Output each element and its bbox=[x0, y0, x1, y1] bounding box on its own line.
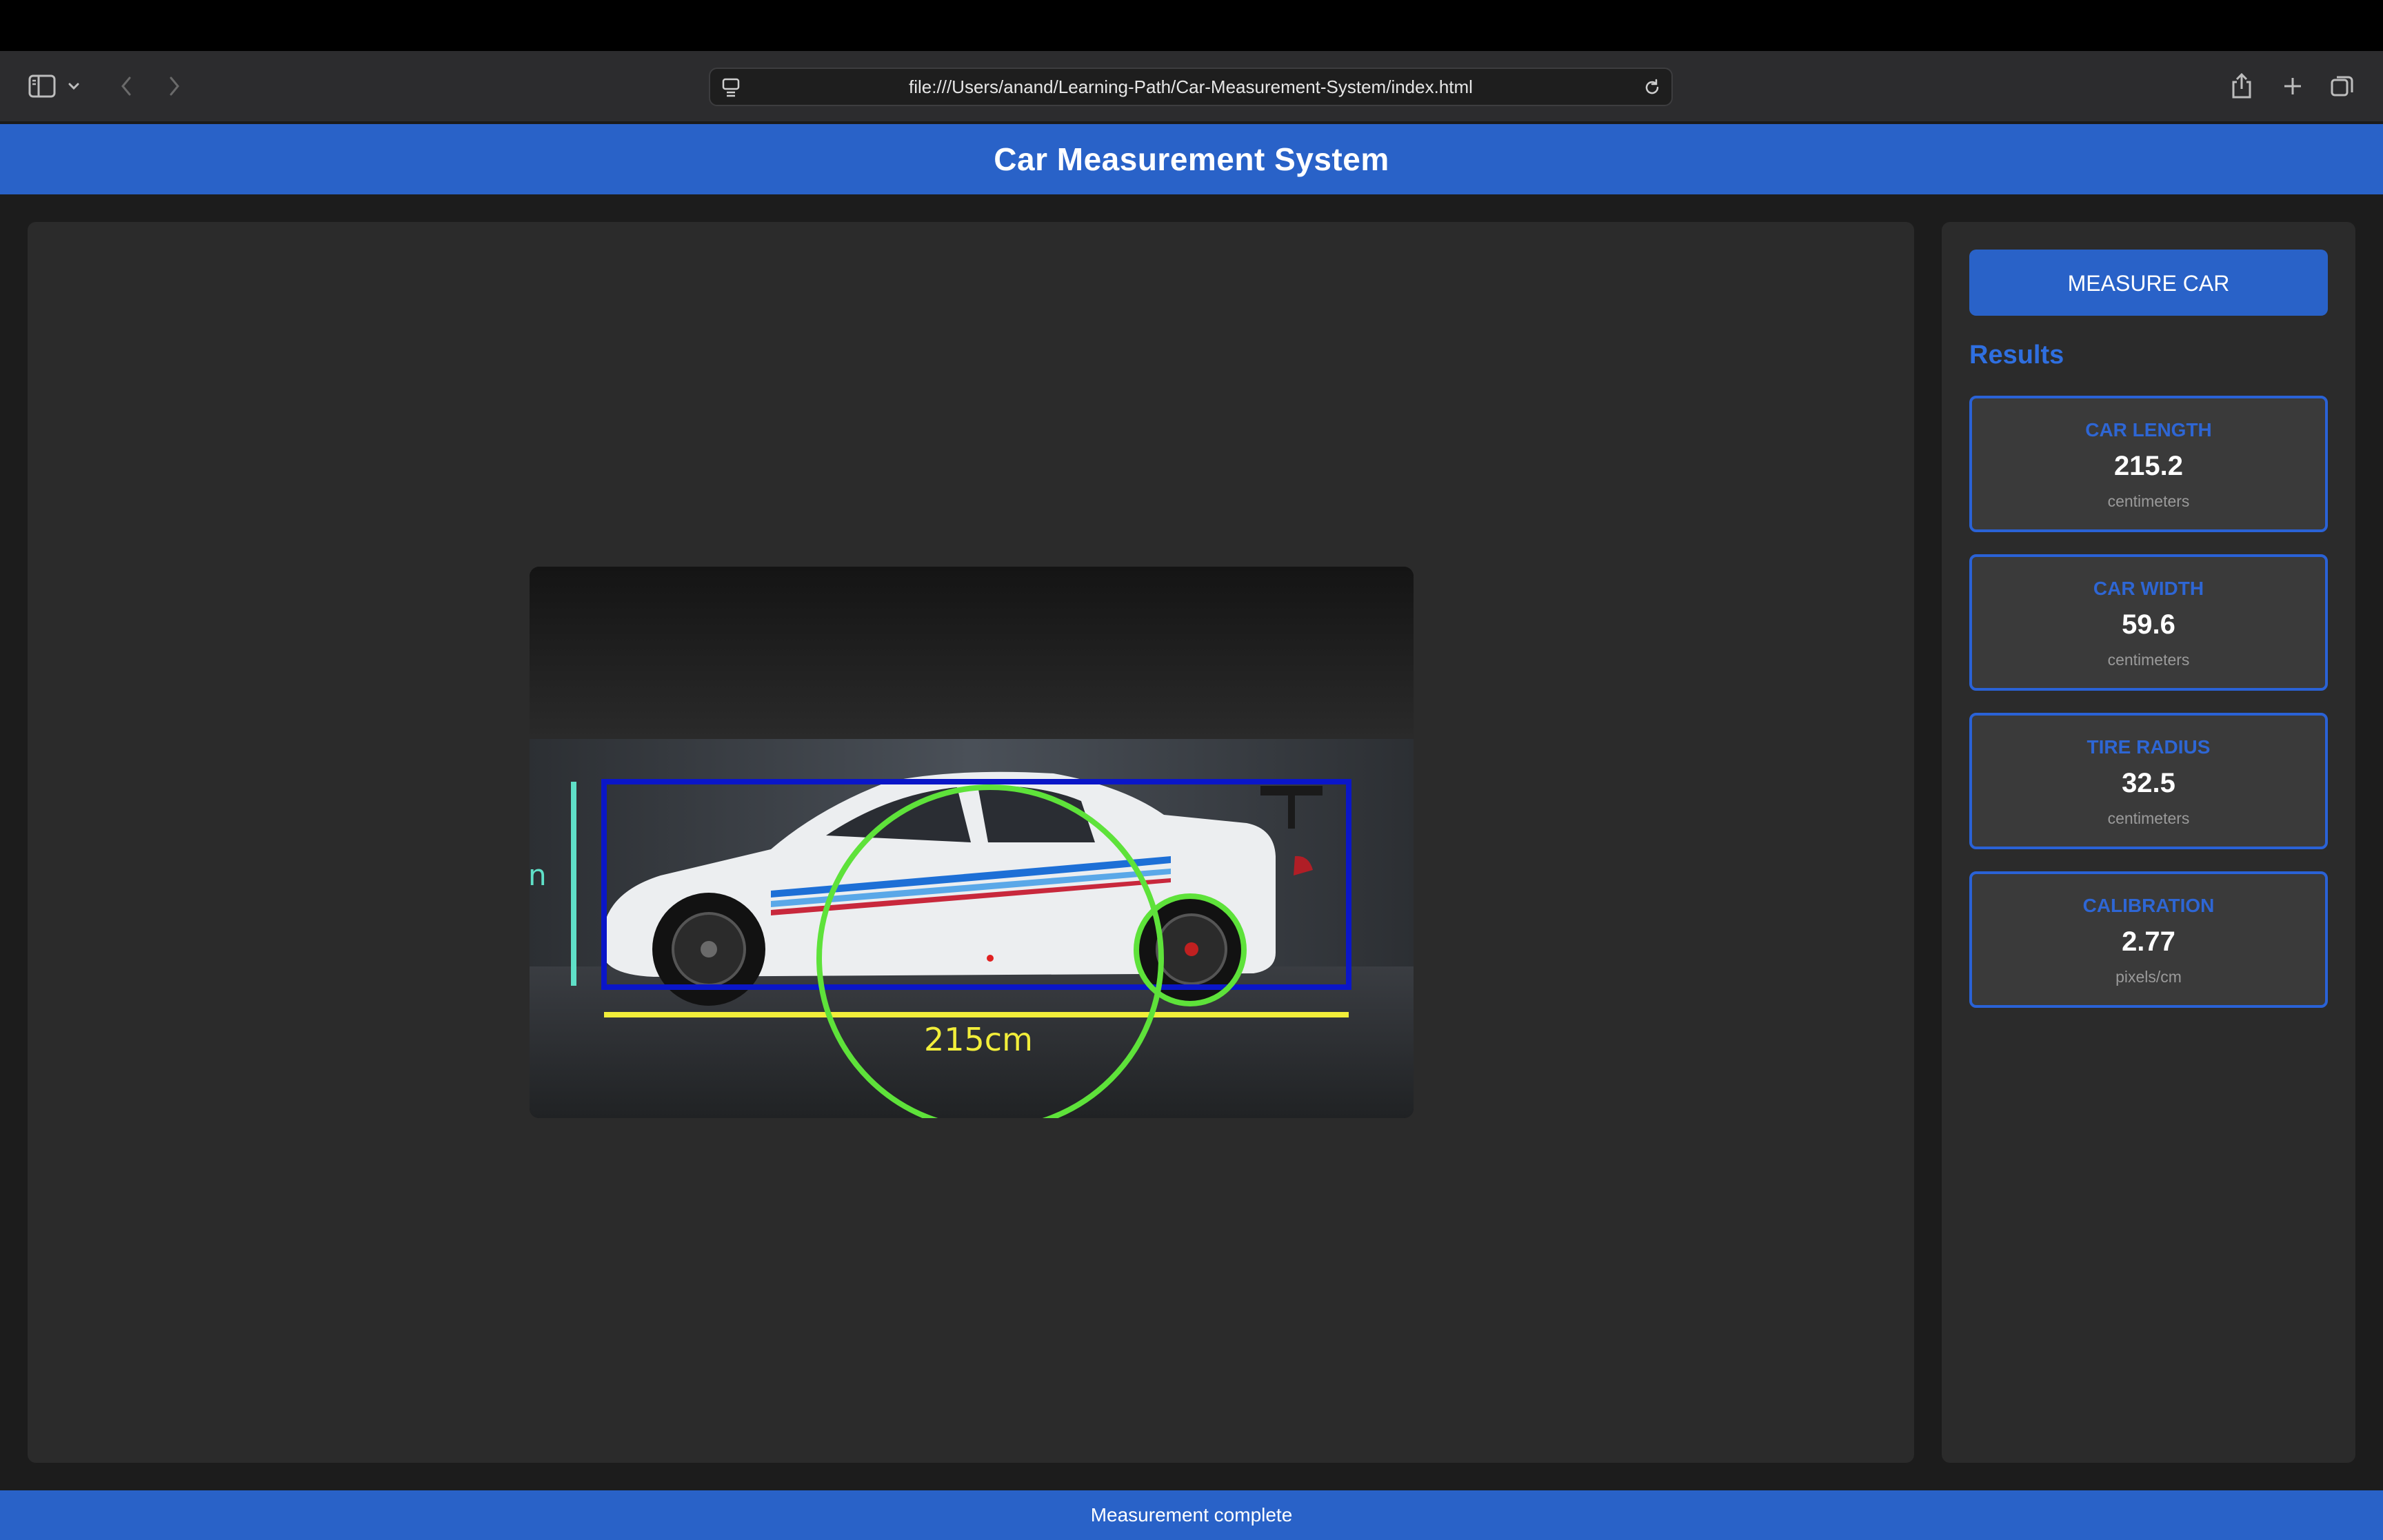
site-settings-icon[interactable] bbox=[718, 75, 743, 100]
photo-top-band bbox=[530, 567, 1414, 739]
status-message: Measurement complete bbox=[1090, 1504, 1293, 1526]
result-label: CALIBRATION bbox=[2082, 895, 2215, 916]
result-unit: centimeters bbox=[2107, 809, 2190, 827]
back-icon[interactable] bbox=[109, 69, 143, 103]
results-sidebar: MEASURE CAR Results CAR LENGTH 215.2 cen… bbox=[1942, 222, 2355, 1463]
status-bar: Measurement complete bbox=[0, 1490, 2383, 1540]
car-image: 215cm n bbox=[530, 567, 1414, 1118]
address-bar[interactable]: file:///Users/anand/Learning-Path/Car-Me… bbox=[709, 68, 1673, 106]
car-image-overlay: 215cm n bbox=[530, 567, 1414, 1118]
tab-overview-icon[interactable] bbox=[2325, 69, 2360, 103]
forward-icon[interactable] bbox=[157, 69, 192, 103]
url-text[interactable]: file:///Users/anand/Learning-Path/Car-Me… bbox=[752, 69, 1630, 105]
sidebar-icon[interactable] bbox=[25, 69, 59, 103]
result-value: 32.5 bbox=[2122, 768, 2175, 798]
center-dot bbox=[987, 955, 994, 962]
page-title: Car Measurement System bbox=[994, 141, 1389, 177]
length-label: 215cm bbox=[924, 1021, 1033, 1058]
result-unit: centimeters bbox=[2107, 651, 2190, 669]
menubar-strip bbox=[0, 0, 2383, 51]
share-icon[interactable] bbox=[2224, 69, 2259, 103]
image-viewer-panel: 215cm n bbox=[28, 222, 1914, 1463]
app-header: Car Measurement System bbox=[0, 124, 2383, 194]
results-title: Results bbox=[1969, 341, 2064, 369]
new-tab-icon[interactable] bbox=[2275, 69, 2310, 103]
result-label: CAR LENGTH bbox=[2085, 419, 2212, 440]
result-card-tire-radius: TIRE RADIUS 32.5 centimeters bbox=[1969, 713, 2328, 849]
result-unit: centimeters bbox=[2107, 492, 2190, 510]
chevron-down-icon[interactable] bbox=[63, 69, 84, 103]
result-value: 215.2 bbox=[2113, 451, 2184, 481]
height-label-fragment: n bbox=[530, 858, 547, 892]
reload-icon[interactable] bbox=[1640, 75, 1665, 100]
result-card-car-width: CAR WIDTH 59.6 centimeters bbox=[1969, 554, 2328, 691]
result-card-car-length: CAR LENGTH 215.2 centimeters bbox=[1969, 396, 2328, 532]
result-label: CAR WIDTH bbox=[2093, 578, 2204, 599]
measure-car-button[interactable]: MEASURE CAR bbox=[1969, 250, 2328, 316]
result-value: 2.77 bbox=[2122, 926, 2175, 957]
result-card-calibration: CALIBRATION 2.77 pixels/cm bbox=[1969, 871, 2328, 1008]
result-value: 59.6 bbox=[2122, 609, 2175, 640]
result-unit: pixels/cm bbox=[2115, 968, 2182, 986]
browser-toolbar: file:///Users/anand/Learning-Path/Car-Me… bbox=[0, 51, 2383, 123]
result-label: TIRE RADIUS bbox=[2087, 736, 2211, 758]
